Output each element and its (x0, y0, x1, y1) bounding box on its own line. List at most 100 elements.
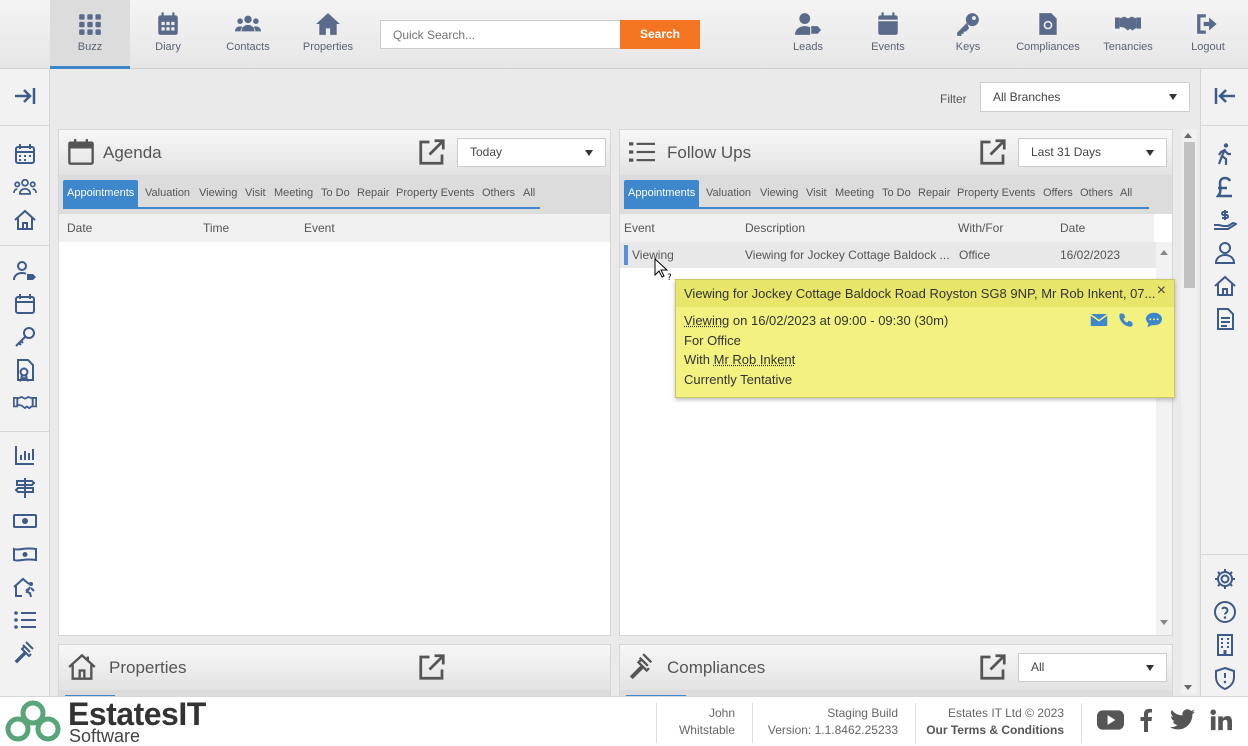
help-icon[interactable] (1213, 600, 1237, 624)
gavel-icon[interactable] (13, 641, 37, 665)
tab-all[interactable]: All (523, 180, 535, 207)
tab-visit[interactable]: Visit (245, 180, 266, 207)
tab-repair[interactable]: Repair (918, 180, 950, 207)
twitter-icon[interactable] (1170, 709, 1195, 730)
column-date[interactable]: Date (1060, 221, 1085, 235)
tab-appointments[interactable]: Appointments (63, 180, 139, 207)
chevron-down-icon (1146, 664, 1154, 671)
tooltip-title-text: Viewing for Jockey Cottage Baldock Road … (684, 286, 1156, 301)
nav-buzz[interactable]: Buzz (50, 0, 130, 69)
key-icon[interactable] (13, 325, 37, 349)
signpost-icon[interactable] (13, 476, 37, 500)
nav-compliances[interactable]: Compliances (1008, 0, 1088, 69)
nav-events[interactable]: Events (848, 0, 928, 69)
calendar-icon[interactable] (13, 142, 37, 166)
tab-appointments[interactable]: Appointments (624, 180, 700, 207)
nav-logout[interactable]: Logout (1168, 0, 1248, 69)
house-icon[interactable] (13, 208, 37, 232)
branch-filter-select[interactable]: All Branches (980, 82, 1190, 112)
tab-valuation[interactable]: Valuation (706, 180, 751, 207)
tab-all[interactable]: All (1120, 180, 1132, 207)
external-link-icon[interactable] (417, 652, 447, 682)
expand-sidebar-icon[interactable] (13, 84, 37, 108)
scroll-up-icon[interactable] (1184, 133, 1192, 138)
phone-icon[interactable] (1118, 312, 1134, 328)
tab-to-do[interactable]: To Do (321, 180, 350, 207)
nav-keys[interactable]: Keys (928, 0, 1008, 69)
certificate-icon (1039, 13, 1057, 35)
user-icon[interactable] (1213, 241, 1237, 265)
shield-icon[interactable] (1213, 666, 1237, 690)
table-row[interactable]: Viewing Viewing for Jockey Cottage Baldo… (620, 242, 1156, 268)
column-event[interactable]: Event (624, 221, 655, 235)
page-scrollbar[interactable] (1181, 129, 1197, 694)
nav-properties[interactable]: Properties (288, 0, 368, 69)
user-tag-icon[interactable] (13, 259, 37, 283)
external-link-icon[interactable] (417, 137, 447, 167)
search-button[interactable]: Search (620, 20, 700, 49)
tab-to-do[interactable]: To Do (882, 180, 911, 207)
tooltip-type-link[interactable]: Viewing (684, 313, 729, 328)
house-icon[interactable] (1213, 274, 1237, 298)
house-walk-icon[interactable] (13, 575, 37, 599)
bar-chart-icon[interactable] (13, 443, 37, 467)
scroll-thumb[interactable] (1184, 142, 1195, 288)
tab-repair[interactable]: Repair (357, 180, 389, 207)
close-icon[interactable]: × (1157, 282, 1166, 300)
users-icon[interactable] (13, 175, 37, 199)
column-event[interactable]: Event (304, 221, 335, 235)
scroll-up-icon[interactable] (1160, 250, 1168, 255)
event-color-marker (624, 245, 628, 265)
facebook-icon[interactable] (1138, 708, 1154, 732)
scroll-down-icon[interactable] (1160, 620, 1168, 625)
certificate-icon[interactable] (13, 358, 37, 382)
tooltip-contact-link[interactable]: Mr Rob Inkent (714, 352, 796, 367)
youtube-icon[interactable] (1097, 710, 1124, 730)
terms-link[interactable]: Our Terms & Conditions (919, 722, 1064, 739)
agenda-range-select[interactable]: Today (457, 138, 606, 167)
pound-icon[interactable] (1213, 175, 1237, 199)
nav-contacts[interactable]: Contacts (208, 0, 288, 69)
nav-leads[interactable]: Leads (768, 0, 848, 69)
compliances-range-select[interactable]: All (1018, 653, 1167, 682)
tab-viewing[interactable]: Viewing (199, 180, 237, 207)
column-description[interactable]: Description (745, 221, 805, 235)
quick-search-input[interactable] (380, 20, 621, 49)
hand-coin-icon[interactable] (1213, 208, 1237, 232)
sms-icon[interactable] (1145, 312, 1163, 328)
nav-tenancies[interactable]: Tenancies (1088, 0, 1168, 69)
walking-person-icon[interactable] (1213, 142, 1237, 166)
tab-others[interactable]: Others (1080, 180, 1113, 207)
followups-range-select[interactable]: Last 31 Days (1018, 138, 1167, 167)
users-icon (235, 15, 261, 32)
handshake-icon[interactable] (13, 391, 37, 415)
collapse-sidebar-icon[interactable] (1213, 84, 1237, 108)
linkedin-icon[interactable] (1210, 709, 1232, 731)
building-icon[interactable] (1213, 633, 1237, 657)
document-icon[interactable] (1213, 307, 1237, 331)
chevron-down-icon (1146, 149, 1154, 156)
column-with-for[interactable]: With/For (958, 221, 1003, 235)
email-icon[interactable] (1090, 313, 1108, 327)
tab-offers[interactable]: Offers (1043, 180, 1073, 207)
external-link-icon[interactable] (978, 137, 1008, 167)
tab-property-events[interactable]: Property Events (957, 180, 1035, 207)
list-icon[interactable] (13, 608, 37, 632)
nav-diary[interactable]: Diary (128, 0, 208, 69)
tab-meeting[interactable]: Meeting (274, 180, 313, 207)
column-time[interactable]: Time (203, 221, 229, 235)
gear-icon[interactable] (1213, 567, 1237, 591)
scroll-down-icon[interactable] (1184, 685, 1192, 690)
tab-property-events[interactable]: Property Events (396, 180, 474, 207)
tab-valuation[interactable]: Valuation (145, 180, 190, 207)
calendar-icon[interactable] (13, 292, 37, 316)
tab-others[interactable]: Others (482, 180, 515, 207)
money-icon[interactable] (13, 509, 37, 533)
tab-meeting[interactable]: Meeting (835, 180, 874, 207)
external-link-icon[interactable] (978, 652, 1008, 682)
banknote-icon[interactable] (13, 542, 37, 566)
column-date[interactable]: Date (67, 221, 92, 235)
tab-visit[interactable]: Visit (806, 180, 827, 207)
tab-viewing[interactable]: Viewing (760, 180, 798, 207)
footer-divider (915, 703, 916, 743)
